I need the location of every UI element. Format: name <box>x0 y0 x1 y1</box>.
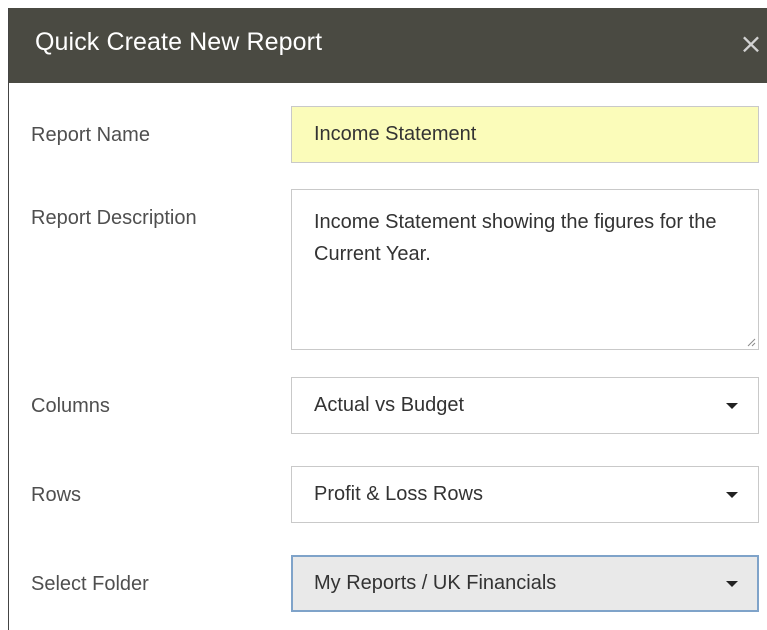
report-description-value: Income Statement showing the figures for… <box>314 211 717 265</box>
columns-select[interactable]: Actual vs Budget <box>291 377 759 434</box>
rows-selected-value: Profit & Loss Rows <box>314 483 483 505</box>
folder-selected-value: My Reports / UK Financials <box>314 572 557 594</box>
select-folder-label: Select Folder <box>31 573 149 595</box>
resize-handle-icon[interactable] <box>746 337 756 347</box>
report-name-input[interactable]: Income Statement <box>291 106 759 163</box>
columns-selected-value: Actual vs Budget <box>314 394 465 416</box>
columns-label: Columns <box>31 395 110 417</box>
rows-label: Rows <box>31 484 82 506</box>
chevron-down-icon <box>726 492 738 498</box>
dialog-titlebar: Quick Create New Report × <box>9 8 767 83</box>
chevron-down-icon <box>726 581 738 587</box>
dialog-title: Quick Create New Report <box>35 28 323 56</box>
report-description-textarea[interactable]: Income Statement showing the figures for… <box>291 189 759 350</box>
close-icon[interactable]: × <box>735 26 767 62</box>
folder-select[interactable]: My Reports / UK Financials <box>291 555 759 612</box>
report-name-label: Report Name <box>31 124 150 146</box>
report-name-value: Income Statement <box>314 123 477 145</box>
rows-select[interactable]: Profit & Loss Rows <box>291 466 759 523</box>
report-description-label: Report Description <box>31 207 197 229</box>
chevron-down-icon <box>726 403 738 409</box>
quick-create-report-dialog: Quick Create New Report × Report Name In… <box>8 8 767 630</box>
